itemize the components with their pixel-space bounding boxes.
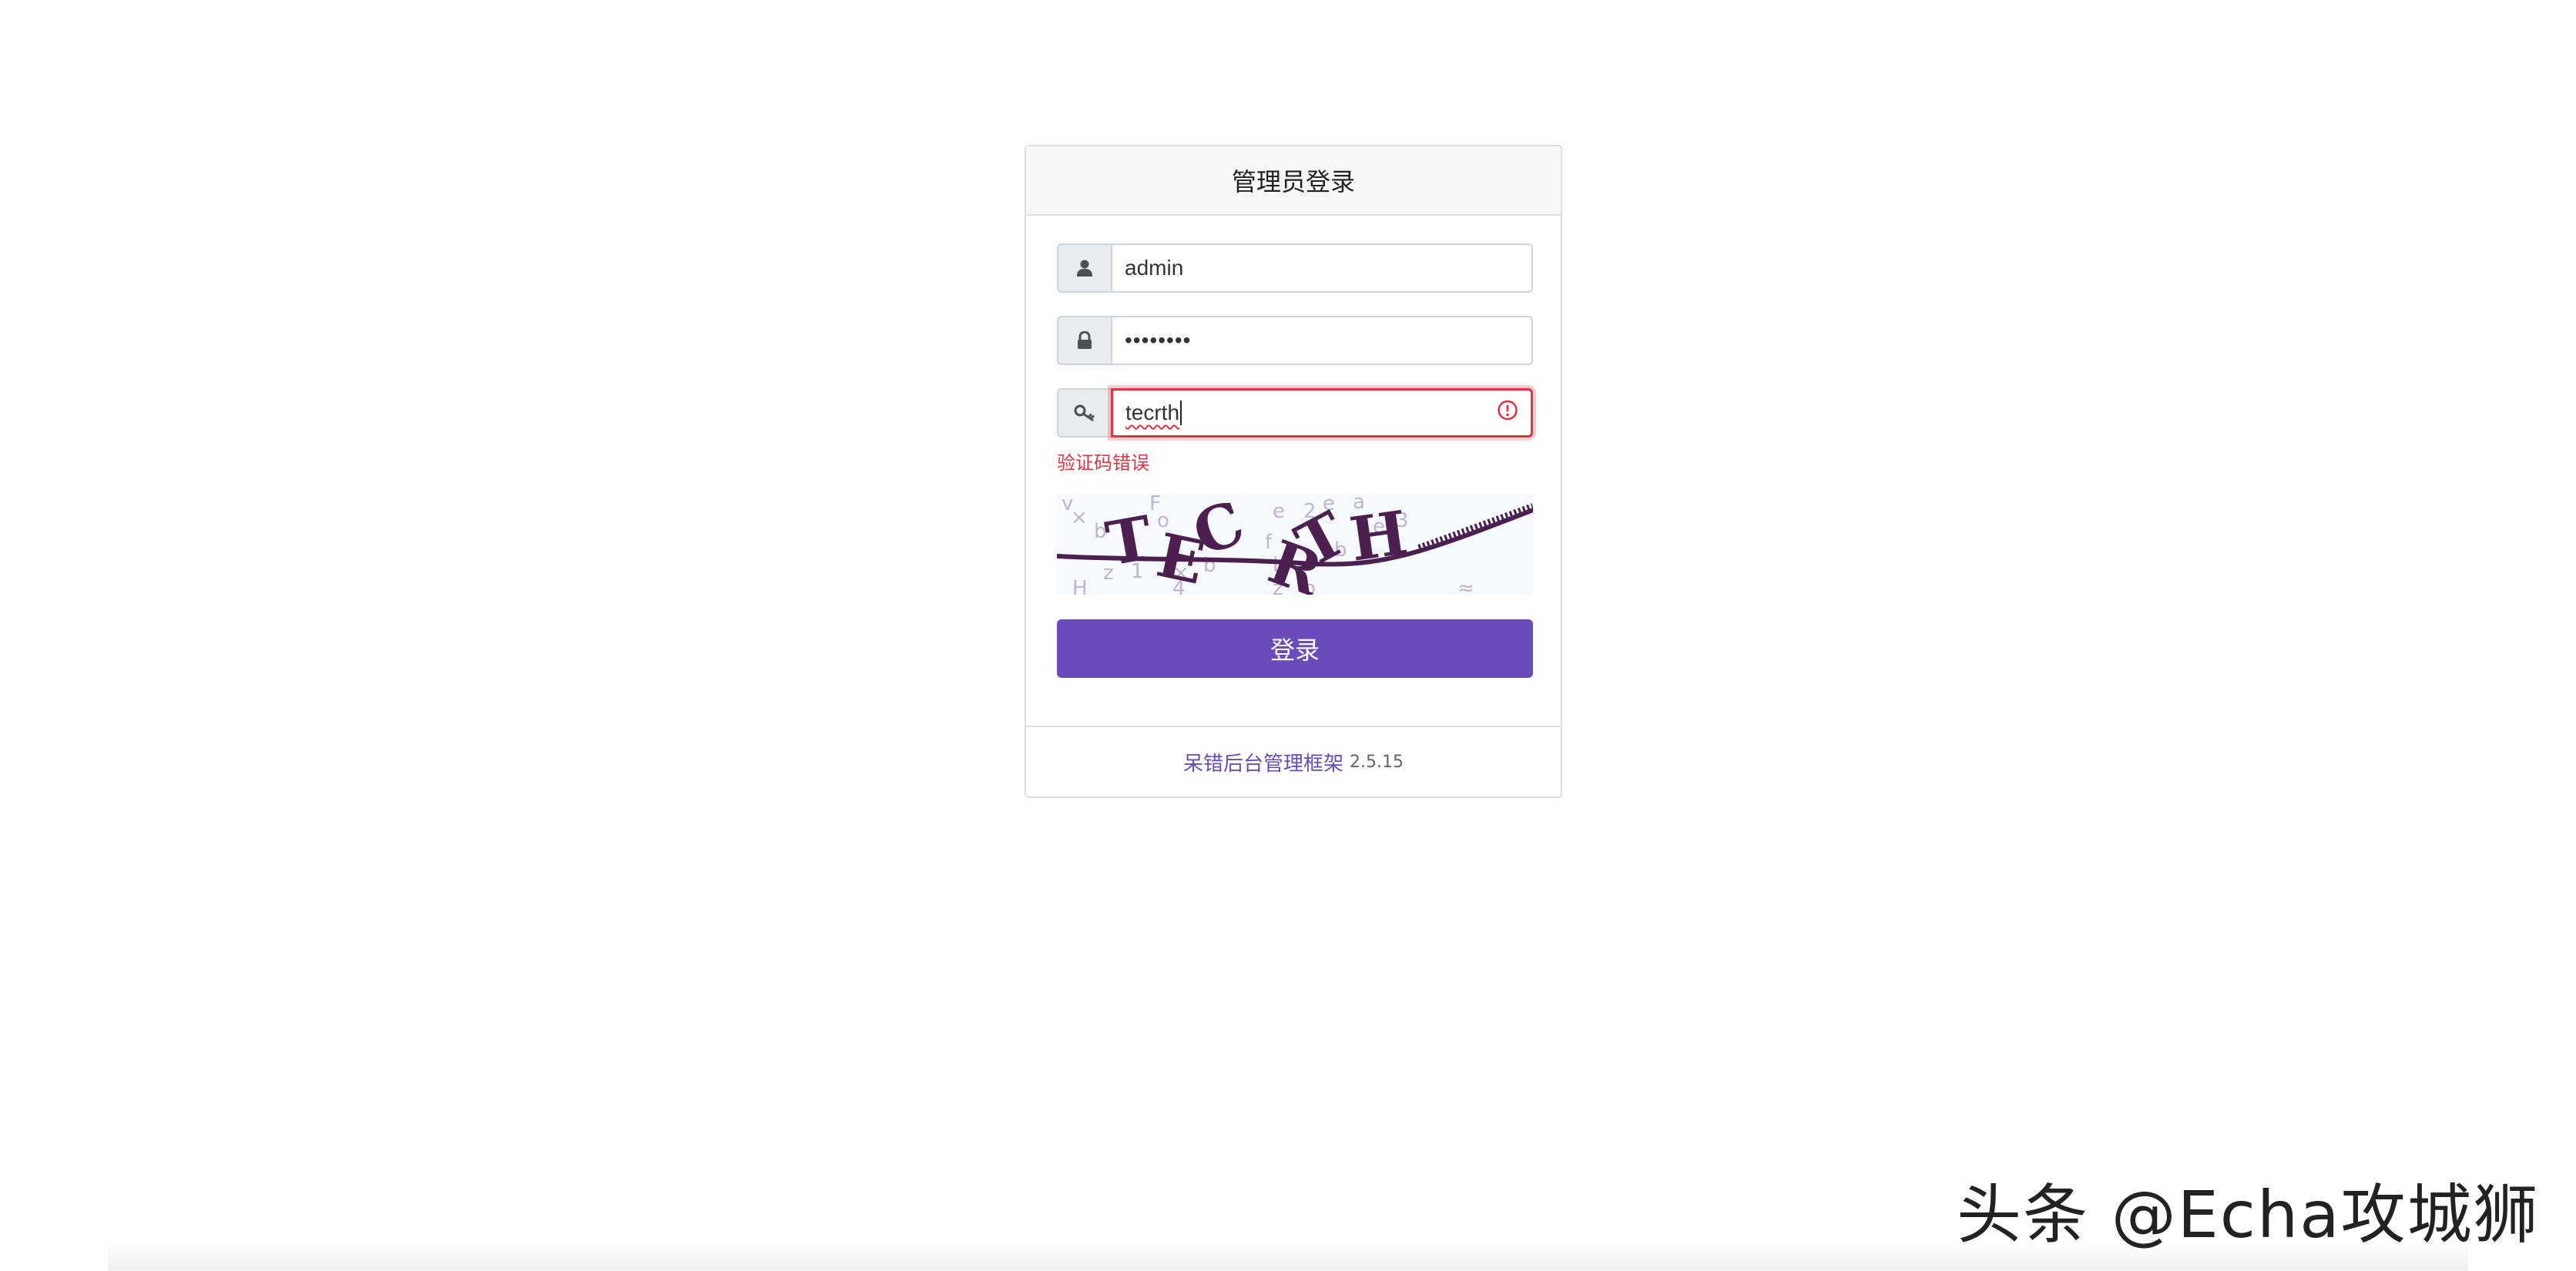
svg-text:×: × <box>1071 506 1088 529</box>
captcha-input[interactable]: tecrth <box>1111 388 1533 438</box>
username-addon <box>1057 243 1111 293</box>
lock-icon <box>1076 331 1093 350</box>
password-input[interactable]: •••••••• <box>1111 316 1533 365</box>
version-label: 2.5.15 <box>1350 752 1404 772</box>
alert-circle-icon <box>1497 400 1518 427</box>
captcha-input-text: tecrth <box>1125 401 1180 424</box>
captcha-addon <box>1057 388 1111 438</box>
captcha-field: tecrth <box>1057 388 1533 438</box>
captcha-image[interactable]: v × b Foe 2ea 3ez 1 × b fbb z o ≈ H4 T E C <box>1057 495 1533 595</box>
bottom-shadow <box>108 1240 2468 1271</box>
captcha-error-message: 验证码错误 <box>1057 452 1149 474</box>
login-form: admin •••••••• tecrth 验证码错误 v × b F o e … <box>1057 243 1533 678</box>
svg-text:≈: ≈ <box>1457 577 1474 595</box>
captcha-char: H <box>1346 498 1412 575</box>
username-input[interactable]: admin <box>1111 243 1533 293</box>
username-field: admin <box>1057 243 1533 293</box>
card-title: 管理员登录 <box>1026 146 1561 216</box>
password-addon <box>1057 316 1111 365</box>
login-page: 管理员登录 admin •••••••• tecrth 验证码错误 v × b … <box>0 0 2576 1271</box>
svg-text:f: f <box>1265 531 1273 554</box>
svg-text:e: e <box>1273 500 1285 523</box>
user-icon <box>1076 259 1093 277</box>
text-caret <box>1180 401 1182 425</box>
login-button[interactable]: 登录 <box>1057 619 1533 678</box>
card-footer: 呆错后台管理框架 2.5.15 <box>1026 726 1561 796</box>
key-icon <box>1074 404 1095 422</box>
framework-link[interactable]: 呆错后台管理框架 <box>1183 748 1343 776</box>
password-field: •••••••• <box>1057 316 1533 365</box>
svg-text:H: H <box>1072 577 1088 595</box>
login-card: 管理员登录 admin •••••••• tecrth 验证码错误 v × b … <box>1025 145 1562 798</box>
